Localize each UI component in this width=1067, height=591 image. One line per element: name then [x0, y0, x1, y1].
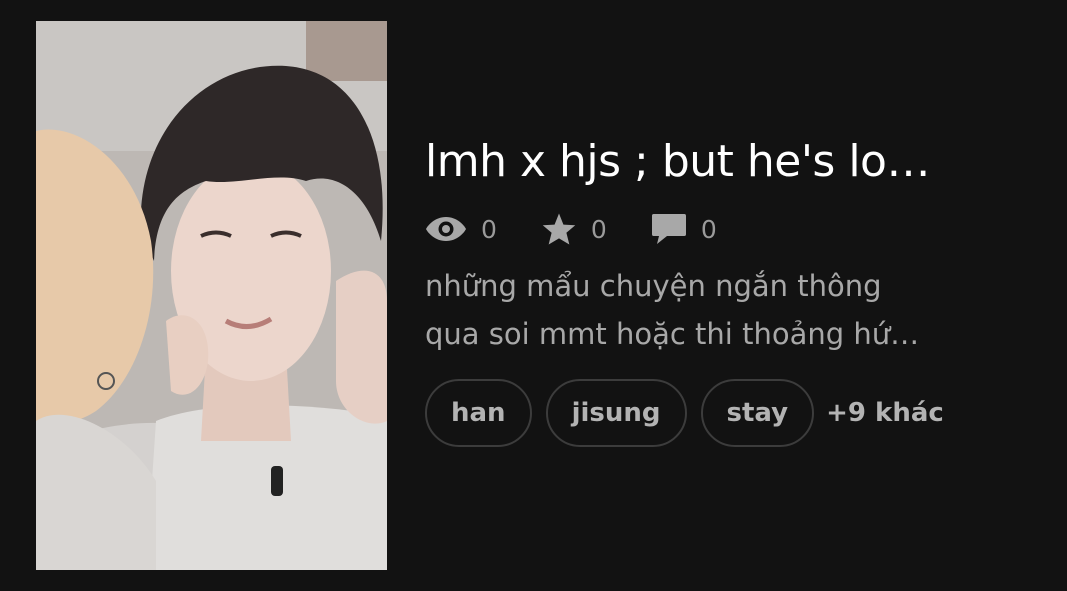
stat-votes: 0	[541, 212, 607, 246]
story-info: lmh x hjs ; but he's lo… 0 0 0 những mẩu…	[425, 132, 1035, 447]
story-card[interactable]: lmh x hjs ; but he's lo… 0 0 0 những mẩu…	[0, 0, 1067, 591]
cover-photo-illustration	[36, 21, 387, 570]
tag-stay[interactable]: stay	[700, 379, 815, 447]
description-line: qua soi mmt hoặc thi thoảng hứ…	[425, 317, 920, 351]
story-description: những mẩu chuyện ngắn thông qua soi mmt …	[425, 262, 1025, 358]
comments-count: 0	[700, 214, 717, 244]
more-tags-link[interactable]: +9 khác	[826, 398, 944, 428]
tag-han[interactable]: han	[425, 379, 532, 447]
reads-count: 0	[481, 214, 497, 244]
story-title[interactable]: lmh x hjs ; but he's lo…	[425, 132, 1010, 192]
eye-icon	[425, 216, 467, 242]
stat-comments: 0	[651, 212, 717, 246]
comment-icon	[651, 212, 687, 246]
story-tags: han jisung stay +9 khác	[425, 379, 1035, 447]
story-stats: 0 0 0	[425, 209, 1035, 249]
star-icon	[541, 212, 577, 246]
description-line: những mẩu chuyện ngắn thông	[425, 269, 882, 303]
tag-jisung[interactable]: jisung	[545, 379, 687, 447]
votes-count: 0	[590, 214, 607, 244]
stat-reads: 0	[425, 215, 497, 244]
story-cover-image[interactable]	[36, 21, 387, 570]
